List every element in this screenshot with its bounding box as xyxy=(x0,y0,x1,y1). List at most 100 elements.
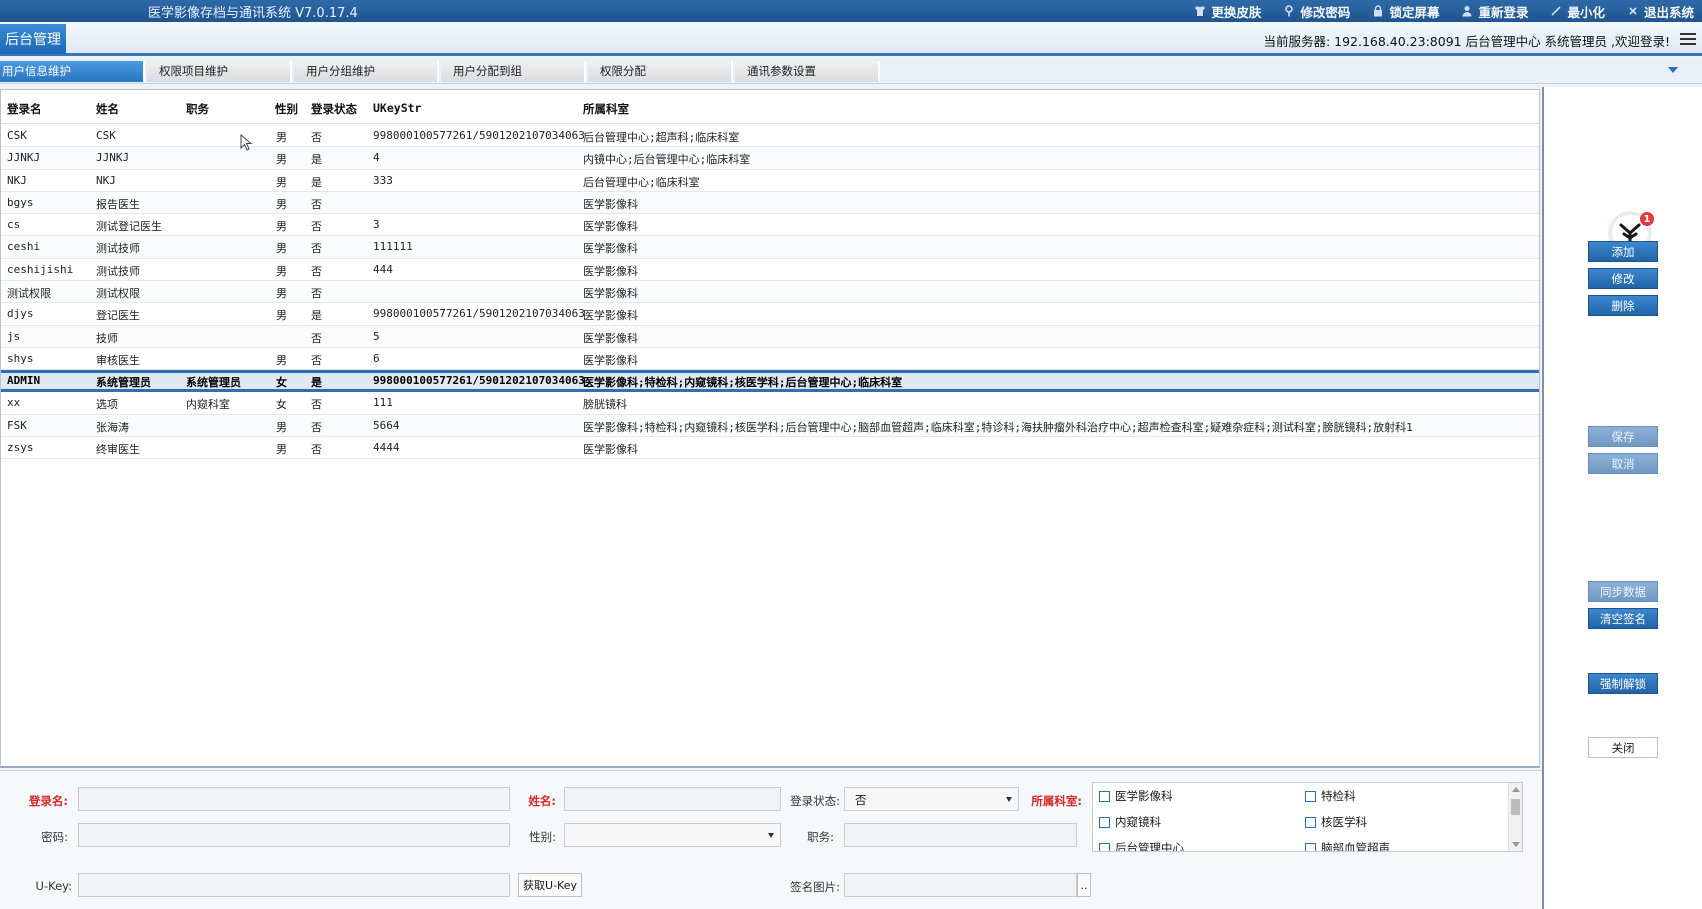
relogin-button[interactable]: 重新登录 xyxy=(1461,2,1528,21)
cell-name: 测试权限 xyxy=(96,287,140,301)
force-unlock-button[interactable]: 强制解锁 xyxy=(1588,673,1658,694)
module-tab-admin[interactable]: 后台管理 xyxy=(0,24,66,54)
sync-data-button[interactable]: 同步数据 xyxy=(1588,581,1658,602)
col-ukey[interactable]: UKeyStr xyxy=(373,101,421,115)
tab-comm-settings[interactable]: 通讯参数设置 xyxy=(735,61,880,82)
cell-login: djys xyxy=(7,307,34,321)
table-row[interactable]: js 技师 否 5 医学影像科 xyxy=(1,325,1539,348)
login-input[interactable] xyxy=(78,787,510,811)
cancel-button[interactable]: 取消 xyxy=(1588,453,1658,474)
signature-input[interactable] xyxy=(844,873,1077,897)
table-row[interactable]: xx 选项 内窥科室 女 否 111 膀胱镜科 xyxy=(1,392,1539,415)
user-table: 登录名 姓名 职务 性别 登录状态 UKeyStr 所属科室 CSK CSK 男否 9… xyxy=(0,89,1540,768)
scroll-up-icon[interactable] xyxy=(1512,787,1520,792)
system-actions: 更换皮肤 修改密码 锁定屏幕 重新登录 最小化 退出系统 xyxy=(1194,0,1694,22)
gender-select[interactable] xyxy=(564,823,781,847)
col-gender[interactable]: 性别 xyxy=(275,101,298,117)
save-button[interactable]: 保存 xyxy=(1588,426,1658,447)
cell-name: JJNKJ xyxy=(96,151,130,165)
table-row[interactable]: ceshi 测试技师 男 否 111111 医学影像科 xyxy=(1,236,1539,259)
password-input[interactable] xyxy=(78,823,510,847)
cell-name: 测试技师 xyxy=(96,242,140,256)
minimize-button[interactable]: 最小化 xyxy=(1550,2,1605,21)
relogin-label: 重新登录 xyxy=(1478,4,1529,20)
cell-ukey: 444 xyxy=(373,262,393,276)
table-row[interactable]: CSK CSK 男 否 998000100577261/5901202107034063… xyxy=(1,125,1539,148)
cell-name: 登记医生 xyxy=(96,309,140,323)
table-row[interactable]: ceshijishi 测试技师 男 否 444 医学影像科 xyxy=(1,259,1539,282)
checkbox[interactable] xyxy=(1099,842,1110,851)
dept-option[interactable]: 后台管理中心 xyxy=(1099,840,1184,852)
name-input[interactable] xyxy=(564,787,781,811)
status-select[interactable]: 否 xyxy=(844,787,1019,811)
title-input[interactable] xyxy=(844,823,1077,847)
scroll-down-icon[interactable] xyxy=(1512,842,1520,847)
change-skin-button[interactable]: 更换皮肤 xyxy=(1194,2,1261,21)
cell-login: ADMIN xyxy=(7,374,41,388)
tab-permission-items[interactable]: 权限项目维护 xyxy=(147,61,292,82)
table-row[interactable]: djys 登记医生 男 是 998000100577261/59012021070340… xyxy=(1,303,1539,326)
tab-user-groups[interactable]: 用户分组维护 xyxy=(294,61,439,82)
cell-dept: 医学影像科 xyxy=(583,442,638,456)
checkbox[interactable] xyxy=(1305,842,1316,851)
tab-permission-assign[interactable]: 权限分配 xyxy=(588,61,733,82)
table-row[interactable]: ADMIN 系统管理员 系统管理员 女 是 998000100577261/5901202… xyxy=(1,370,1539,393)
change-password-button[interactable]: 修改密码 xyxy=(1283,2,1350,21)
table-row[interactable]: 测试权限 测试权限 男 否 医学影像科 xyxy=(1,281,1539,304)
checkbox[interactable] xyxy=(1305,790,1316,802)
checkbox[interactable] xyxy=(1099,816,1110,828)
exit-button[interactable]: 退出系统 xyxy=(1627,2,1694,21)
dept-option[interactable]: 内窥镜科 xyxy=(1099,814,1161,830)
get-ukey-button[interactable]: 获取U-Key xyxy=(518,873,582,897)
clear-signature-button[interactable]: 清空签名 xyxy=(1588,608,1658,629)
cell-login: NKJ xyxy=(7,173,27,187)
ukey-input[interactable] xyxy=(78,873,510,897)
table-row[interactable]: shys 审核医生 男 否 6 医学影像科 xyxy=(1,348,1539,371)
checkbox[interactable] xyxy=(1305,816,1316,828)
cell-login: JJNKJ xyxy=(7,151,41,165)
table-header: 登录名 姓名 职务 性别 登录状态 UKeyStr 所属科室 xyxy=(1,90,1539,124)
dept-option[interactable]: 特检科 xyxy=(1305,788,1356,804)
cell-status: 否 xyxy=(311,442,322,456)
cell-dept: 医学影像科 xyxy=(583,331,638,345)
edit-button[interactable]: 修改 xyxy=(1588,268,1658,289)
browse-button[interactable]: .. xyxy=(1077,873,1091,897)
add-button[interactable]: 添加 xyxy=(1588,241,1658,262)
col-login[interactable]: 登录名 xyxy=(7,101,42,117)
table-row[interactable]: JJNKJ JJNKJ 男 是 4 内镜中心;后台管理中心;临床科室 xyxy=(1,147,1539,170)
close-button[interactable]: 关闭 xyxy=(1588,737,1658,758)
hamburger-menu-icon[interactable] xyxy=(1680,30,1696,46)
dept-option[interactable]: 医学影像科 xyxy=(1099,788,1173,804)
cell-dept: 医学影像科 xyxy=(583,220,638,234)
dept-option-label: 后台管理中心 xyxy=(1115,841,1184,852)
lock-screen-button[interactable]: 锁定屏幕 xyxy=(1372,2,1439,21)
tab-dropdown-icon[interactable] xyxy=(1668,67,1678,73)
chevron-down-icon xyxy=(1006,797,1012,802)
col-status[interactable]: 登录状态 xyxy=(311,101,357,117)
checkbox[interactable] xyxy=(1099,790,1110,802)
table-row[interactable]: FSK 张海涛 男 否 5664 医学影像科;特检科;内窥镜科;核医学科;后台管理中心;脑… xyxy=(1,414,1539,437)
col-name[interactable]: 姓名 xyxy=(96,101,119,117)
cell-login: bgys xyxy=(7,195,34,209)
table-row[interactable]: zsys 终审医生 男 否 4444 医学影像科 xyxy=(1,437,1539,460)
delete-button[interactable]: 删除 xyxy=(1588,295,1658,316)
cell-login: FSK xyxy=(7,418,27,432)
table-row[interactable]: NKJ NKJ 男 是 333 后台管理中心;临床科室 xyxy=(1,170,1539,192)
cell-gender: 男 xyxy=(276,309,287,323)
tab-user-to-group[interactable]: 用户分配到组 xyxy=(441,61,586,82)
col-title[interactable]: 职务 xyxy=(186,101,209,117)
notification-badge: 1 xyxy=(1639,211,1655,227)
cell-ukey: 4444 xyxy=(373,440,400,454)
dept-option[interactable]: 脑部血管超声 xyxy=(1305,840,1390,851)
cell-dept: 后台管理中心;临床科室 xyxy=(583,175,700,189)
table-row[interactable]: bgys 报告医生 男 否 医学影像科 xyxy=(1,191,1539,215)
tab-user-info[interactable]: 用户信息维护 xyxy=(0,61,145,82)
table-row[interactable]: cs 测试登记医生 男 否 3 医学影像科 xyxy=(1,214,1539,237)
dept-option-label: 特检科 xyxy=(1321,789,1356,803)
dept-option[interactable]: 核医学科 xyxy=(1305,814,1367,830)
col-dept[interactable]: 所属科室 xyxy=(583,101,629,117)
cell-dept: 医学影像科 xyxy=(583,287,638,301)
dept-scrollbar[interactable] xyxy=(1508,783,1522,851)
scroll-thumb[interactable] xyxy=(1511,799,1520,815)
title-label: 职务: xyxy=(807,830,834,844)
